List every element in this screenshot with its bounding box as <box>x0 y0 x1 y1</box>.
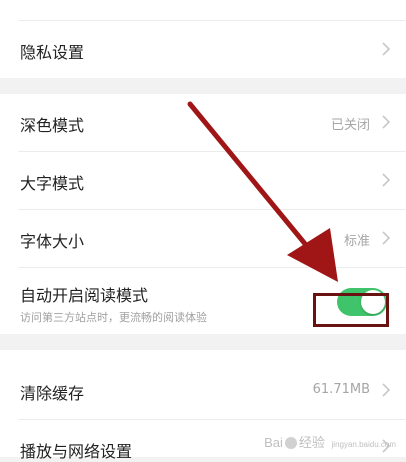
chevron-right-icon <box>382 231 391 245</box>
chevron-right-icon <box>382 42 391 56</box>
watermark-brand-2: 经验 <box>298 435 325 450</box>
settings-row-label: 播放与网络设置 <box>20 442 133 461</box>
settings-row-clear-cache[interactable]: 清除缓存 61.71MB <box>0 362 406 419</box>
settings-row-value: 已关闭 <box>330 118 370 133</box>
settings-row-label: 清除缓存 <box>20 384 85 403</box>
settings-row-label: 隐私设置 <box>20 43 85 62</box>
settings-row-label: 字体大小 <box>20 232 85 251</box>
watermark-url: jingyan.baidu.com <box>331 440 396 449</box>
settings-row-privacy[interactable]: 隐私设置 <box>0 21 406 78</box>
chevron-right-icon <box>382 115 391 129</box>
annotation-highlight-box <box>313 293 389 327</box>
baidu-watermark: Bai 经验 jingyan.baidu.com <box>264 432 396 451</box>
settings-row-value: 61.71MB <box>312 382 370 397</box>
settings-row-dark-mode[interactable]: 深色模式 已关闭 <box>0 94 406 151</box>
chevron-right-icon <box>382 173 391 187</box>
settings-row-label: 自动开启阅读模式 <box>20 286 149 305</box>
settings-row-label: 深色模式 <box>20 116 85 135</box>
settings-row-large-text[interactable]: 大字模式 <box>0 152 406 209</box>
chevron-right-icon <box>382 383 391 397</box>
settings-row-subtitle: 访问第三方站点时，更流畅的阅读体验 <box>20 311 207 324</box>
watermark-brand: Bai <box>264 435 283 450</box>
settings-row-label: 大字模式 <box>20 174 85 193</box>
settings-row-font-size[interactable]: 字体大小 标准 <box>0 210 406 267</box>
settings-group-top: 隐私设置 <box>0 0 406 78</box>
baidu-paw-icon <box>284 437 297 449</box>
settings-row-value: 标准 <box>343 234 370 249</box>
